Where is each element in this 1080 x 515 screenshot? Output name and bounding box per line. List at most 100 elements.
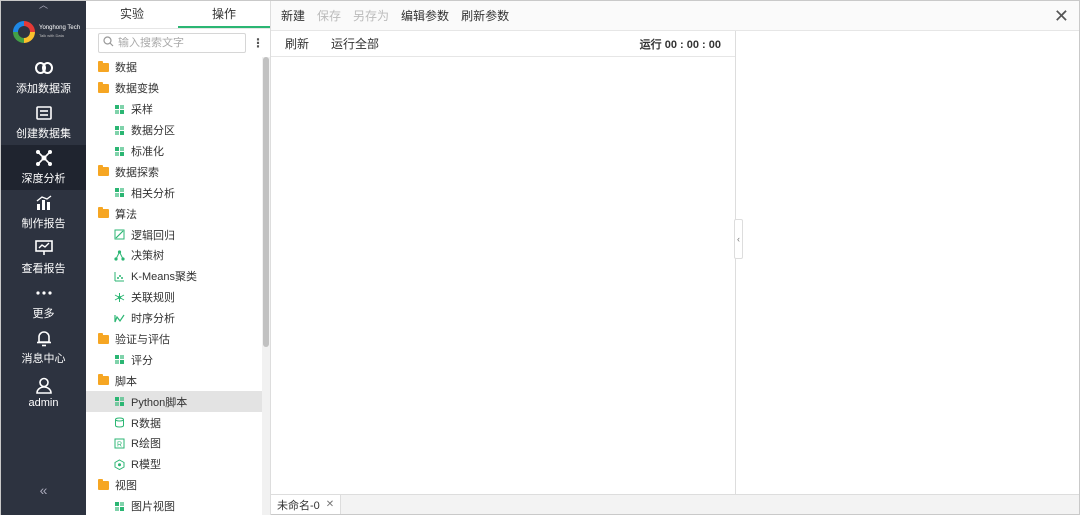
cluster-icon <box>114 271 125 282</box>
python-icon <box>114 396 125 407</box>
r-data-icon <box>114 417 125 428</box>
tree-item-label: 算法 <box>115 208 137 221</box>
tree-leaf[interactable]: 决策树 <box>86 245 263 266</box>
nav-make-report[interactable]: 制作报告 <box>1 190 86 235</box>
folder-icon <box>98 165 109 177</box>
operation-tree: 数据数据变换采样数据分区标准化数据探索相关分析算法逻辑回归决策树 K-Means聚… <box>86 57 263 515</box>
experiment-canvas[interactable] <box>271 57 735 494</box>
tree-folder[interactable]: 数据变换 <box>86 78 263 99</box>
tree-item-label: 决策树 <box>131 250 164 263</box>
tree-leaf[interactable]: 关联规则 <box>86 287 263 308</box>
folder-icon <box>98 207 109 219</box>
tree-scrollbar[interactable] <box>262 57 270 515</box>
tab-experiment[interactable]: 实验 <box>86 1 178 28</box>
tree-leaf[interactable]: 数据分区 <box>86 120 263 141</box>
operation-panel: 实验 操作 ⋮ 数据数据变换采样数据分区标准化数据探索相关分析算法逻辑回归决策树… <box>86 1 271 515</box>
tree-item-label: Python脚本 <box>131 396 188 409</box>
link-icon <box>34 59 53 77</box>
save-as-button[interactable]: 另存为 <box>353 7 389 24</box>
nav-view-report[interactable]: 查看报告 <box>1 235 86 280</box>
tree-icon <box>114 250 125 261</box>
tree-item-label: 标准化 <box>131 146 164 158</box>
association-icon <box>114 292 125 303</box>
user-icon <box>35 376 52 394</box>
new-button[interactable]: 新建 <box>281 7 305 24</box>
dataset-icon <box>35 104 52 122</box>
tree-folder[interactable]: 数据 <box>86 57 263 78</box>
close-icon[interactable]: ✕ <box>1054 7 1069 25</box>
nav-deep-analysis[interactable]: 深度分析 <box>1 145 86 190</box>
document-tab-label: 未命名-0 <box>277 499 320 512</box>
search-icon <box>103 36 114 50</box>
r-plot-icon: R <box>114 438 125 449</box>
panel-tabs: 实验 操作 <box>86 1 270 29</box>
tree-item-label: 数据 <box>115 62 137 75</box>
run-all-button[interactable]: 运行全部 <box>331 35 379 52</box>
tree-folder[interactable]: 数据探索 <box>86 161 263 182</box>
bell-icon <box>36 329 52 347</box>
tree-leaf[interactable]: Python脚本 <box>86 391 263 413</box>
tree-leaf[interactable]: 相关分析 <box>86 182 263 203</box>
tree-item-label: 数据分区 <box>131 125 175 138</box>
correlation-icon <box>114 187 125 198</box>
scrollbar-thumb[interactable] <box>263 57 269 347</box>
save-button[interactable]: 保存 <box>317 7 341 24</box>
tree-leaf[interactable]: 采样 <box>86 99 263 120</box>
tree-item-label: 采样 <box>131 104 153 117</box>
nav-label: admin <box>28 397 59 409</box>
nav-add-datasource[interactable]: 添加数据源 <box>1 55 86 100</box>
brand-logo: Yonghong Tech Talk with Data <box>1 9 86 55</box>
nav-user-admin[interactable]: admin <box>1 370 86 415</box>
tree-leaf[interactable]: R R绘图 <box>86 433 263 454</box>
tree-leaf[interactable]: 逻辑回归 <box>86 224 263 245</box>
panel-menu-icon[interactable]: ⋮ <box>252 37 264 49</box>
edit-params-button[interactable]: 编辑参数 <box>401 7 449 24</box>
experiment-canvas-area: 刷新 运行全部 运行 00 : 00 : 00 <box>271 31 736 494</box>
panel-splitter-toggle[interactable]: ‹ <box>734 219 743 259</box>
close-tab-icon[interactable]: ✕ <box>326 499 334 510</box>
document-tab[interactable]: 未命名-0 ✕ <box>271 495 342 514</box>
deep-analysis-icon <box>35 149 53 167</box>
tree-item-label: 验证与评估 <box>115 334 170 347</box>
tree-folder[interactable]: 视图 <box>86 475 263 496</box>
nav-rail: ︿ Yonghong Tech Talk with Data 添加数据源 创建数… <box>1 1 86 515</box>
r-model-icon <box>114 459 125 470</box>
folder-icon <box>98 374 109 386</box>
tree-leaf[interactable]: 图片视图 <box>86 496 263 515</box>
tab-operation[interactable]: 操作 <box>178 1 270 28</box>
search-row: ⋮ <box>86 29 270 57</box>
tree-leaf[interactable]: 时序分析 <box>86 308 263 329</box>
score-icon <box>114 354 125 365</box>
brand-tagline: Talk with Data <box>39 33 64 38</box>
tree-folder[interactable]: 验证与评估 <box>86 329 263 350</box>
nav-label: 深度分析 <box>21 173 66 185</box>
nav-more[interactable]: 更多 <box>1 280 86 325</box>
tree-leaf[interactable]: R模型 <box>86 454 263 475</box>
tree-leaf[interactable]: 评分 <box>86 349 263 370</box>
tree-item-label: 视图 <box>115 480 137 493</box>
collapse-rail-button[interactable]: « <box>1 482 86 498</box>
tree-leaf[interactable]: K-Means聚类 <box>86 266 263 287</box>
nav-label: 消息中心 <box>21 353 66 365</box>
presentation-icon <box>34 239 53 257</box>
tree-item-label: R数据 <box>131 417 161 430</box>
nav-message-center[interactable]: 消息中心 <box>1 325 86 370</box>
refresh-params-button[interactable]: 刷新参数 <box>461 7 509 24</box>
nav-label: 制作报告 <box>21 218 66 230</box>
search-box[interactable] <box>98 33 246 53</box>
tree-item-label: 逻辑回归 <box>131 229 175 242</box>
tree-folder[interactable]: 算法 <box>86 203 263 224</box>
logo-mark-icon <box>13 21 35 43</box>
tree-item-label: 数据探索 <box>115 166 159 179</box>
tree-item-label: 评分 <box>131 354 153 367</box>
timeseries-icon <box>114 313 125 324</box>
tree-leaf[interactable]: 标准化 <box>86 141 263 162</box>
chevron-up-icon[interactable]: ︿ <box>1 1 86 10</box>
search-input[interactable] <box>118 37 245 49</box>
refresh-button[interactable]: 刷新 <box>285 35 309 52</box>
tree-folder[interactable]: 脚本 <box>86 370 263 391</box>
more-icon <box>35 284 53 302</box>
sample-icon <box>114 104 125 115</box>
nav-create-dataset[interactable]: 创建数据集 <box>1 100 86 145</box>
tree-leaf[interactable]: R数据 <box>86 412 263 433</box>
